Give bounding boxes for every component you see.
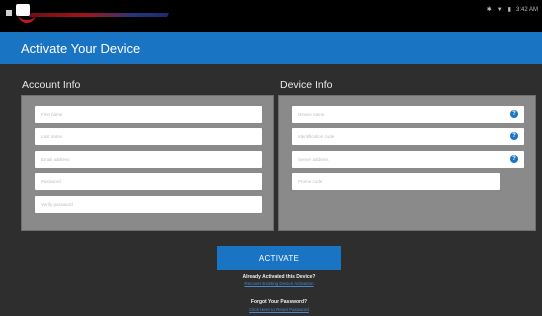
device-info-panel: Device name ? Identification code ? Serv… xyxy=(278,95,536,231)
help-icon[interactable]: ? xyxy=(510,110,518,118)
status-bar: ✱ ▼ ▮ 3:42 AM xyxy=(0,0,542,32)
battery-icon: ▮ xyxy=(507,7,511,13)
device-name-placeholder: Device name xyxy=(298,112,325,117)
bluetooth-icon: ✱ xyxy=(486,7,492,13)
status-time: 3:42 AM xyxy=(515,6,538,13)
first-name-field[interactable]: First name xyxy=(35,106,262,123)
device-name-field[interactable]: Device name ? xyxy=(292,106,524,123)
account-info-label: Account Info xyxy=(22,79,81,91)
account-info-panel: First name Last name Email address Passw… xyxy=(21,95,274,231)
server-address-field[interactable]: Server address ? xyxy=(292,151,524,168)
server-address-placeholder: Server address xyxy=(298,157,329,162)
reset-password-link[interactable]: Click Here to Reset Password xyxy=(179,307,379,312)
already-activated-title: Already Activated this Device? xyxy=(242,274,316,280)
activate-button[interactable]: ACTIVATE xyxy=(217,246,341,270)
verify-password-field[interactable]: Verify password xyxy=(35,196,262,213)
password-field[interactable]: Password xyxy=(35,173,262,190)
page-title: Activate Your Device xyxy=(21,40,141,56)
wifi-icon: ▼ xyxy=(496,6,503,13)
help-icon[interactable]: ? xyxy=(510,132,518,140)
help-icon[interactable]: ? xyxy=(510,155,518,163)
page-title-bar: Activate Your Device xyxy=(0,32,542,64)
recover-activation-link[interactable]: Recover Existing Device Activation xyxy=(179,281,379,286)
forgot-password-title: Forgot Your Password? xyxy=(250,299,308,305)
identification-code-placeholder: Identification code xyxy=(298,134,335,139)
promo-code-field[interactable]: Promo code xyxy=(292,173,500,190)
last-name-field[interactable]: Last name xyxy=(35,128,262,145)
notification-icon xyxy=(6,10,12,16)
identification-code-field[interactable]: Identification code ? xyxy=(292,128,524,145)
email-field[interactable]: Email address xyxy=(35,151,262,168)
logo-wordmark xyxy=(29,13,169,17)
status-right: ✱ ▼ ▮ 3:42 AM xyxy=(486,6,538,14)
device-info-label: Device Info xyxy=(280,79,333,91)
